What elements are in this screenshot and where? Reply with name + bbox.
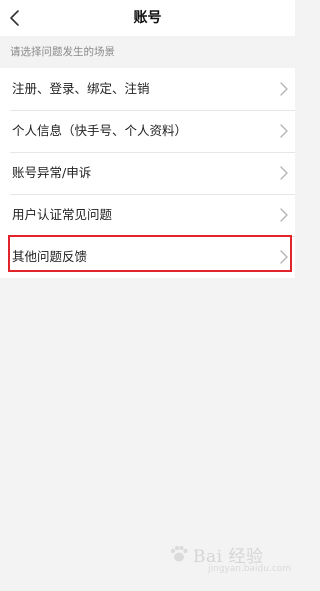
menu-item-user-verification[interactable]: 用户认证常见问题 bbox=[0, 194, 295, 236]
baidu-jingyan-watermark: Bai 经验 jingyan.baidu.com bbox=[168, 528, 292, 580]
chevron-right-icon bbox=[279, 236, 289, 278]
nav-bar: 账号 bbox=[0, 0, 295, 36]
chevron-right-icon bbox=[279, 68, 289, 110]
section-hint: 请选择问题发生的场景 bbox=[0, 36, 295, 68]
paw-icon bbox=[170, 545, 188, 562]
menu-list: 注册、登录、绑定、注销 个人信息（快手号、个人资料） 账号异常/申诉 用户认证常… bbox=[0, 68, 295, 278]
watermark-text: Bai 经验 bbox=[193, 546, 264, 567]
menu-item-label: 账号异常/申诉 bbox=[12, 165, 92, 180]
chevron-right-icon bbox=[279, 152, 289, 194]
menu-item-label: 个人信息（快手号、个人资料） bbox=[12, 123, 188, 138]
menu-item-label: 注册、登录、绑定、注销 bbox=[12, 81, 150, 96]
menu-item-register-login[interactable]: 注册、登录、绑定、注销 bbox=[0, 68, 295, 110]
menu-item-label: 用户认证常见问题 bbox=[12, 207, 113, 222]
chevron-right-icon bbox=[279, 110, 289, 152]
menu-item-account-appeal[interactable]: 账号异常/申诉 bbox=[0, 152, 295, 194]
menu-item-other-feedback[interactable]: 其他问题反馈 bbox=[0, 236, 295, 278]
menu-item-label: 其他问题反馈 bbox=[12, 249, 88, 264]
chevron-right-icon bbox=[279, 194, 289, 236]
menu-item-personal-info[interactable]: 个人信息（快手号、个人资料） bbox=[0, 110, 295, 152]
page-title: 账号 bbox=[133, 10, 162, 26]
watermark-subtext: jingyan.baidu.com bbox=[208, 564, 292, 574]
